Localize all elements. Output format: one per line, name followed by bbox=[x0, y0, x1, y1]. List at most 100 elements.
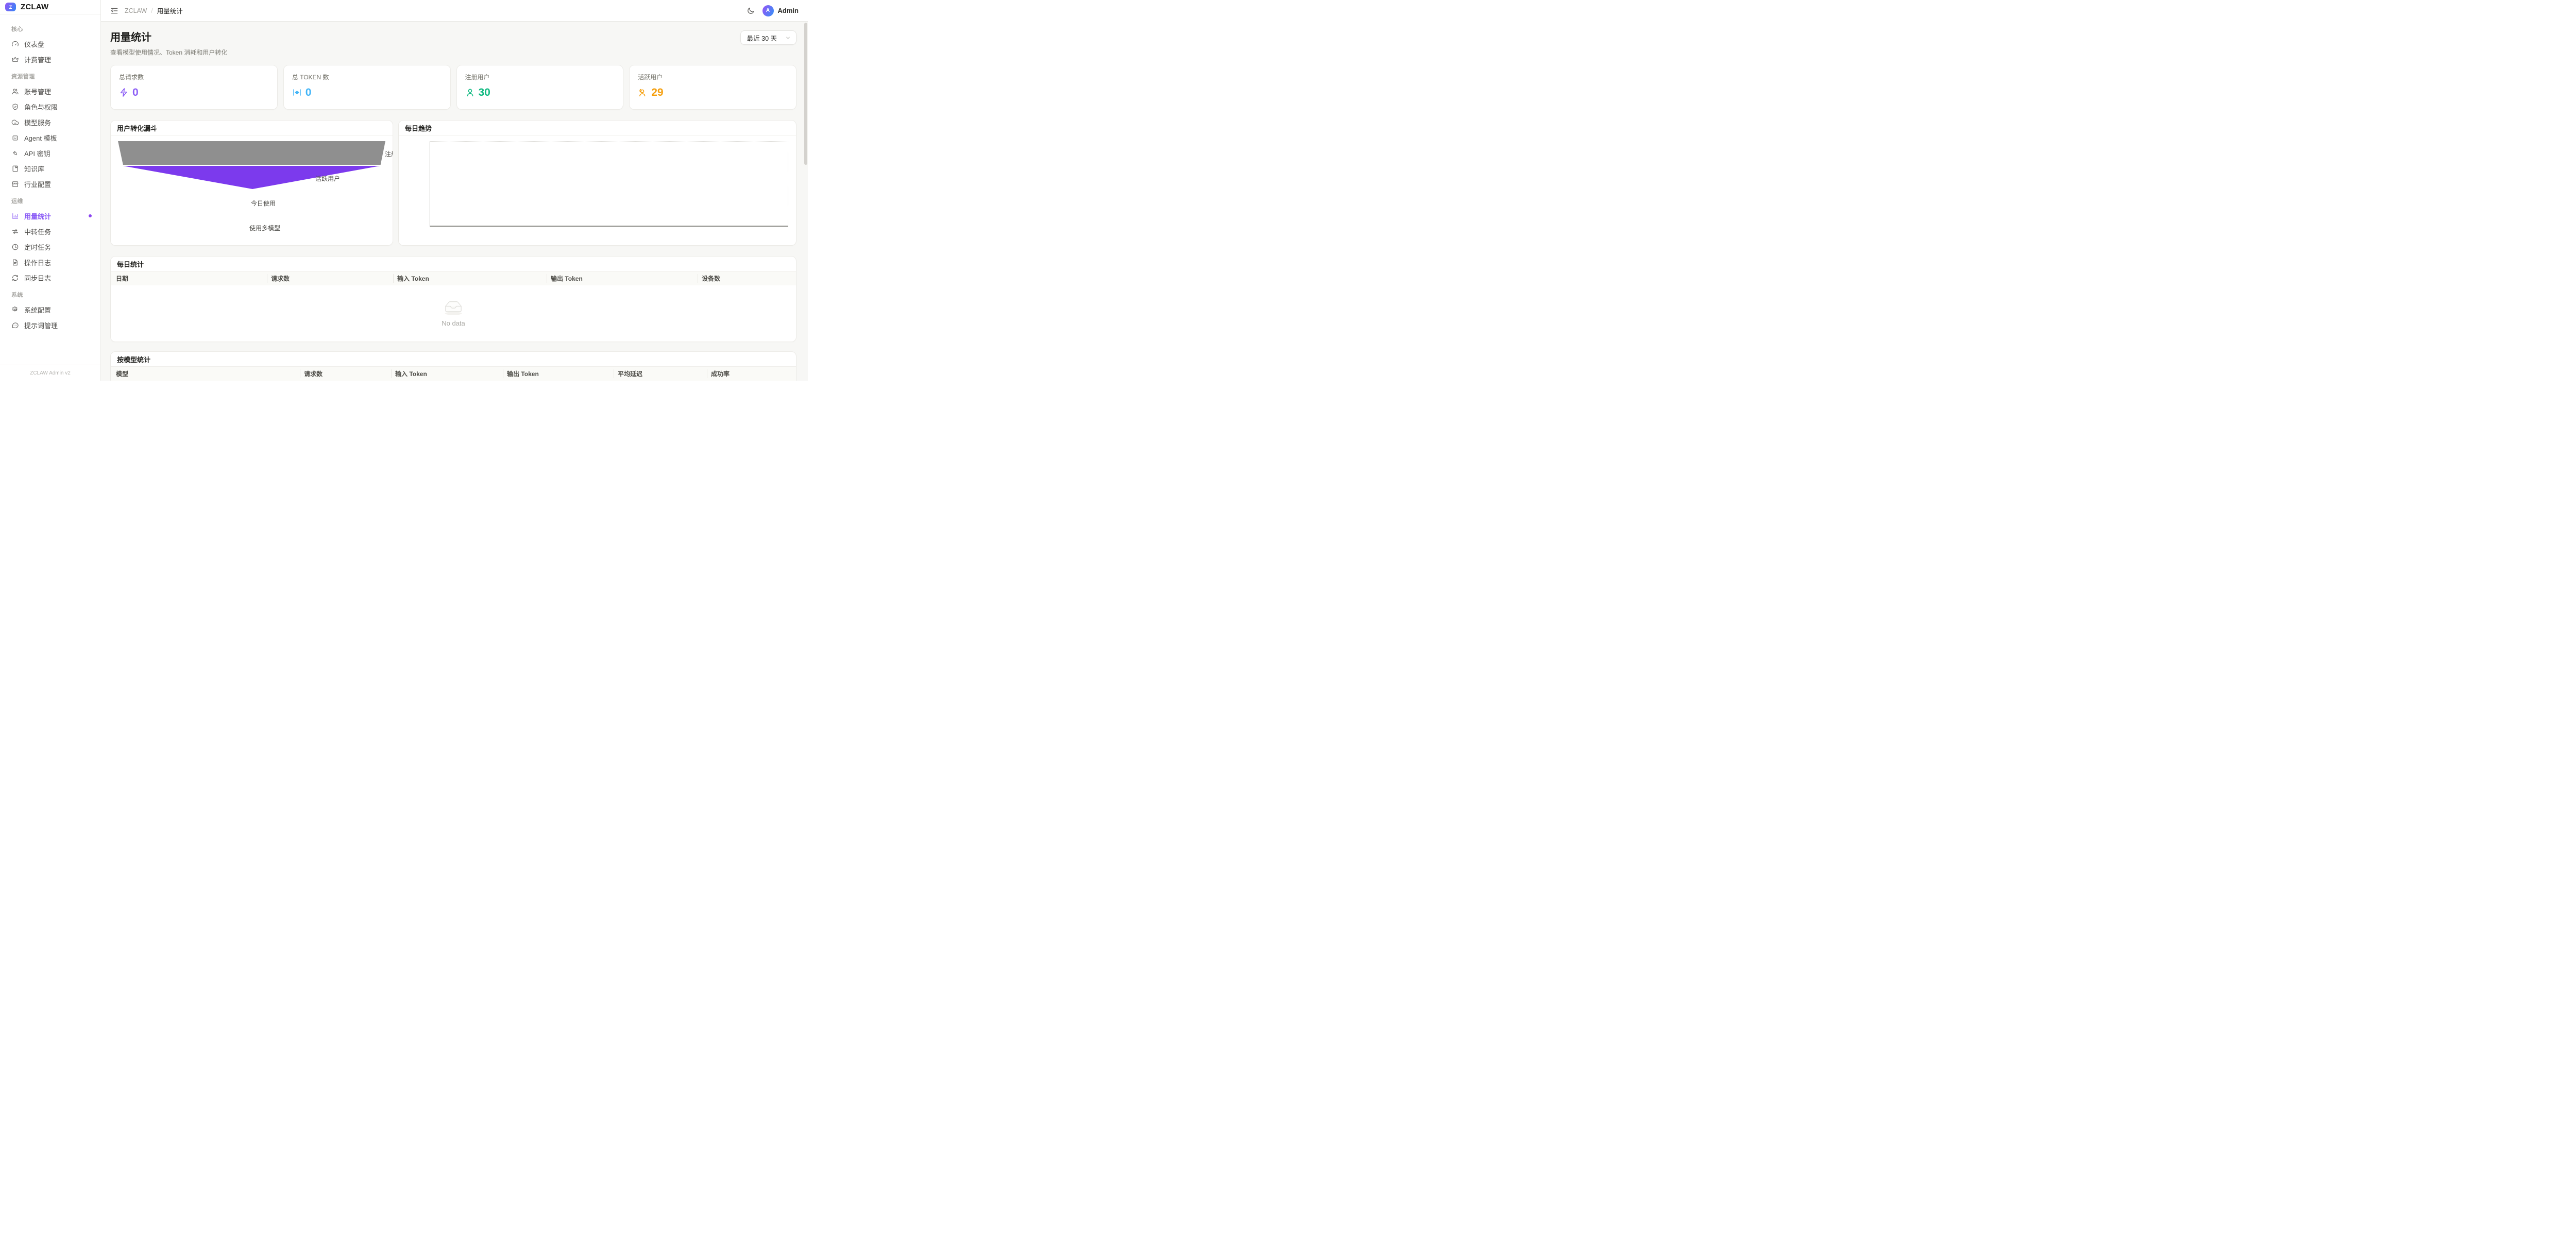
gauge-icon bbox=[11, 40, 19, 48]
sidebar-item-label: 定时任务 bbox=[24, 242, 51, 252]
vertical-scrollbar-thumb[interactable] bbox=[804, 23, 807, 165]
sidebar-item-usage-stats[interactable]: 用量统计 bbox=[6, 208, 94, 224]
breadcrumb-root[interactable]: ZCLAW bbox=[125, 7, 147, 14]
sidebar-item-billing[interactable]: 计费管理 bbox=[6, 52, 94, 67]
user-menu[interactable]: A Admin bbox=[762, 5, 799, 16]
sidebar-item-roles[interactable]: 角色与权限 bbox=[6, 99, 94, 114]
funnel-card-title: 用户转化漏斗 bbox=[111, 121, 393, 135]
nav-section-label: 核心 bbox=[6, 26, 94, 33]
model-stats-card: 按模型统计 模型 请求数 输入 Token 输出 Token 平均延迟 成功率 bbox=[110, 351, 796, 381]
app-window: Z ZCLAW 核心 仪表盘 计费管理 资源管理 账号管理 bbox=[0, 0, 808, 381]
stat-value: 30 bbox=[465, 87, 615, 98]
clock-icon bbox=[11, 243, 19, 251]
brand-logo: Z bbox=[5, 3, 16, 11]
cloud-icon bbox=[11, 118, 19, 126]
stat-value: 29 bbox=[638, 87, 788, 98]
nav-section-operations: 运维 用量统计 中转任务 定时任务 操作日志 bbox=[6, 198, 94, 285]
crown-icon bbox=[11, 56, 19, 63]
daily-table-title: 每日统计 bbox=[111, 257, 796, 271]
sidebar-item-system-config[interactable]: 系统配置 bbox=[6, 302, 94, 317]
funnel-label-registered: 注册用户 bbox=[385, 149, 393, 158]
sidebar-item-label: 计费管理 bbox=[24, 55, 51, 64]
sidebar: Z ZCLAW 核心 仪表盘 计费管理 资源管理 账号管理 bbox=[0, 0, 101, 381]
stat-number: 0 bbox=[132, 87, 139, 98]
funnel-stage-active[interactable] bbox=[118, 166, 385, 189]
sidebar-item-agent-templates[interactable]: Agent 模板 bbox=[6, 130, 94, 145]
breadcrumb: ZCLAW / 用量统计 bbox=[125, 6, 183, 15]
bar-chart-icon bbox=[11, 212, 19, 220]
stat-card-active-users: 活跃用户 29 bbox=[629, 65, 796, 110]
sidebar-item-operation-logs[interactable]: 操作日志 bbox=[6, 254, 94, 270]
nav-section-system: 系统 系统配置 提示词管理 bbox=[6, 292, 94, 333]
users-icon bbox=[638, 88, 648, 97]
nav-section-core: 核心 仪表盘 计费管理 bbox=[6, 26, 94, 67]
brand-header[interactable]: Z ZCLAW bbox=[0, 0, 100, 14]
sidebar-item-api-keys[interactable]: API 密钥 bbox=[6, 145, 94, 161]
sidebar-item-accounts[interactable]: 账号管理 bbox=[6, 83, 94, 99]
zap-icon bbox=[119, 88, 129, 97]
model-table-header: 模型 请求数 输入 Token 输出 Token 平均延迟 成功率 bbox=[111, 367, 796, 381]
model-table-title: 按模型统计 bbox=[111, 352, 796, 367]
content-area: 用量统计 查看模型使用情况、Token 消耗和用户转化 最近 30 天 总请求数… bbox=[101, 22, 808, 381]
sidebar-item-label: 操作日志 bbox=[24, 258, 51, 267]
theme-toggle-button[interactable] bbox=[747, 7, 755, 15]
date-range-select[interactable]: 最近 30 天 bbox=[740, 30, 796, 45]
charts-row: 用户转化漏斗 注册用户 活跃用户 今日使用 使用多模型 每日趋势 bbox=[110, 120, 796, 246]
sidebar-item-prompt-management[interactable]: 提示词管理 bbox=[6, 317, 94, 333]
sidebar-item-models[interactable]: 模型服务 bbox=[6, 114, 94, 130]
column-header-input-tokens: 输入 Token bbox=[391, 367, 503, 381]
nav-section-label: 运维 bbox=[6, 198, 94, 205]
stat-value: 0 bbox=[119, 87, 269, 98]
file-text-icon bbox=[11, 259, 19, 266]
funnel-label-multi-model: 使用多模型 bbox=[249, 224, 280, 232]
chat-dots-icon bbox=[11, 321, 19, 329]
sidebar-footer-version: ZCLAW Admin v2 bbox=[0, 365, 100, 381]
user-name: Admin bbox=[778, 7, 799, 14]
funnel-chart-card: 用户转化漏斗 注册用户 活跃用户 今日使用 使用多模型 bbox=[110, 120, 393, 246]
topbar-right: A Admin bbox=[747, 5, 799, 16]
column-header-requests: 请求数 bbox=[267, 271, 393, 285]
sidebar-item-relay-tasks[interactable]: 中转任务 bbox=[6, 224, 94, 239]
sidebar-item-scheduled-tasks[interactable]: 定时任务 bbox=[6, 239, 94, 254]
user-icon bbox=[465, 88, 475, 97]
stats-row: 总请求数 0 总 TOKEN 数 0 注册用户 bbox=[110, 65, 796, 110]
sidebar-item-label: Agent 模板 bbox=[24, 133, 57, 143]
users-icon bbox=[11, 88, 19, 95]
stat-number: 30 bbox=[479, 87, 490, 98]
panel-collapse-icon bbox=[110, 7, 118, 15]
page-subtitle: 查看模型使用情况、Token 消耗和用户转化 bbox=[110, 48, 227, 57]
token-range-icon bbox=[292, 88, 302, 97]
page-title: 用量统计 bbox=[110, 29, 227, 44]
stat-card-total-requests: 总请求数 0 bbox=[110, 65, 278, 110]
page-head-text: 用量统计 查看模型使用情况、Token 消耗和用户转化 bbox=[110, 29, 227, 57]
sidebar-collapse-button[interactable] bbox=[110, 7, 118, 15]
sidebar-item-label: API 密钥 bbox=[24, 148, 50, 158]
sidebar-item-label: 行业配置 bbox=[24, 179, 51, 189]
sidebar-item-label: 系统配置 bbox=[24, 305, 51, 315]
stat-card-total-tokens: 总 TOKEN 数 0 bbox=[283, 65, 451, 110]
topbar: ZCLAW / 用量统计 A Admin bbox=[101, 0, 808, 22]
column-header-devices: 设备数 bbox=[698, 271, 796, 285]
plug-icon bbox=[11, 149, 19, 157]
main-column: ZCLAW / 用量统计 A Admin 用量统计 查看模型使用情况、Token… bbox=[101, 0, 808, 381]
refresh-icon bbox=[11, 274, 19, 282]
sidebar-item-dashboard[interactable]: 仪表盘 bbox=[6, 36, 94, 52]
chevron-down-icon bbox=[785, 35, 791, 41]
sidebar-item-label: 同步日志 bbox=[24, 273, 51, 283]
sidebar-item-industry-config[interactable]: 行业配置 bbox=[6, 176, 94, 192]
column-header-success-rate: 成功率 bbox=[707, 367, 796, 381]
active-indicator-dot bbox=[89, 214, 92, 217]
funnel-stage-registered[interactable] bbox=[118, 141, 385, 165]
stat-label: 总请求数 bbox=[119, 73, 269, 81]
sidebar-item-label: 知识库 bbox=[24, 164, 44, 174]
column-header-output-tokens: 输出 Token bbox=[503, 367, 614, 381]
empty-state-text: No data bbox=[442, 319, 465, 327]
nav-section-resources: 资源管理 账号管理 角色与权限 模型服务 Agent 模板 bbox=[6, 73, 94, 192]
column-header-model: 模型 bbox=[116, 367, 300, 381]
trend-plot-area bbox=[430, 141, 788, 227]
nav-section-label: 资源管理 bbox=[6, 73, 94, 80]
store-icon bbox=[11, 180, 19, 188]
sidebar-item-label: 仪表盘 bbox=[24, 39, 44, 49]
sidebar-item-sync-logs[interactable]: 同步日志 bbox=[6, 270, 94, 285]
sidebar-item-knowledge-base[interactable]: 知识库 bbox=[6, 161, 94, 176]
